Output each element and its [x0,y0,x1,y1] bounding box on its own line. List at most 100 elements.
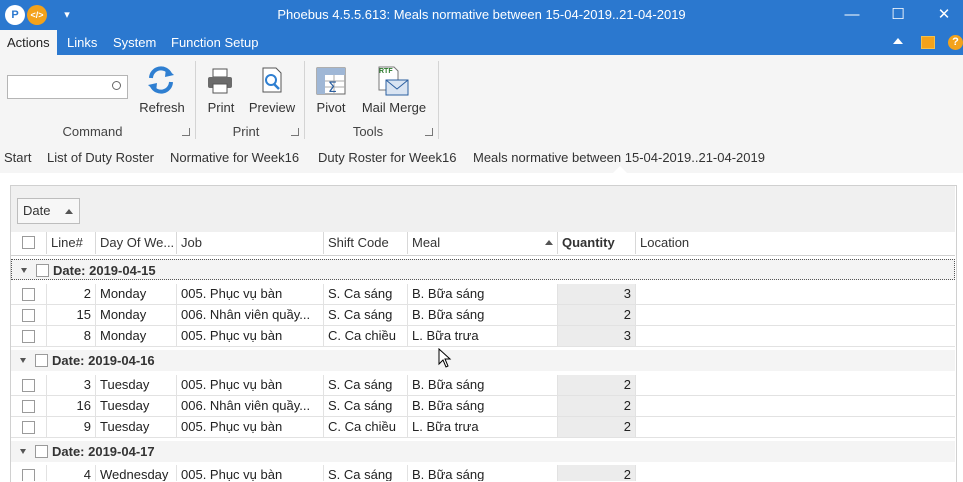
group-checkbox[interactable] [36,264,49,277]
column-header-quantity[interactable]: Quantity [557,232,635,254]
breadcrumb-normative-week16[interactable]: Normative for Week16 [170,150,299,165]
command-launcher-icon[interactable] [182,128,190,136]
table-row[interactable]: 9 Tuesday 005. Phục vụ bàn C. Ca chiều L… [11,417,955,438]
table-row[interactable]: 8 Monday 005. Phục vụ bàn C. Ca chiều L.… [11,326,955,347]
table-row[interactable]: 3 Tuesday 005. Phục vụ bàn S. Ca sáng B.… [11,375,955,396]
cell-day[interactable]: Monday [95,305,176,326]
table-row[interactable]: 15 Monday 006. Nhân viên quầy... S. Ca s… [11,305,955,326]
cell-quantity[interactable]: 3 [557,326,635,347]
cell-day[interactable]: Tuesday [95,417,176,438]
column-header-location[interactable]: Location [635,232,955,254]
row-checkbox[interactable] [22,469,35,481]
cell-location[interactable] [635,284,955,305]
cell-line[interactable]: 4 [46,465,95,481]
print-button[interactable]: Print [202,100,240,115]
cell-quantity[interactable]: 2 [557,305,635,326]
pivot-icon[interactable]: Σ [316,66,346,96]
cell-job[interactable]: 006. Nhân viên quầy... [176,305,323,326]
cell-shift[interactable]: S. Ca sáng [323,284,407,305]
menu-system[interactable]: System [106,30,163,55]
cell-shift[interactable]: S. Ca sáng [323,396,407,417]
cell-location[interactable] [635,305,955,326]
mail-merge-button[interactable]: Mail Merge [357,100,431,115]
cell-location[interactable] [635,396,955,417]
pivot-button[interactable]: Pivot [312,100,350,115]
group-row[interactable]: Date: 2019-04-16 [11,350,955,371]
print-icon[interactable] [206,67,234,95]
maximize-button[interactable]: ☐ [875,0,921,30]
cell-line[interactable]: 2 [46,284,95,305]
search-icon[interactable] [112,81,121,90]
column-header-job[interactable]: Job [176,232,323,254]
cell-quantity[interactable]: 2 [557,465,635,481]
cell-meal[interactable]: B. Bữa sáng [407,465,557,481]
cell-quantity[interactable]: 2 [557,396,635,417]
cell-shift[interactable]: S. Ca sáng [323,465,407,481]
cell-location[interactable] [635,375,955,396]
breadcrumb-start[interactable]: Start [4,150,31,165]
cell-line[interactable]: 8 [46,326,95,347]
cell-job[interactable]: 006. Nhân viên quầy... [176,396,323,417]
print-launcher-icon[interactable] [291,128,299,136]
cell-meal[interactable]: L. Bữa trưa [407,417,557,438]
column-header-line[interactable]: Line# [46,232,95,254]
cell-line[interactable]: 16 [46,396,95,417]
cell-meal[interactable]: B. Bữa sáng [407,284,557,305]
cell-shift[interactable]: S. Ca sáng [323,305,407,326]
row-checkbox[interactable] [22,379,35,392]
preview-icon[interactable] [258,66,286,94]
preview-button[interactable]: Preview [247,100,297,115]
table-row[interactable]: 2 Monday 005. Phục vụ bàn S. Ca sáng B. … [11,284,955,305]
cell-line[interactable]: 9 [46,417,95,438]
row-checkbox[interactable] [22,421,35,434]
row-checkbox[interactable] [22,330,35,343]
search-input[interactable] [8,76,112,96]
group-by-date-chip[interactable]: Date [17,198,80,224]
select-all-checkbox[interactable] [22,236,35,249]
menu-actions[interactable]: Actions [0,30,57,55]
cell-shift[interactable]: S. Ca sáng [323,375,407,396]
cell-job[interactable]: 005. Phục vụ bàn [176,417,323,438]
cell-line[interactable]: 3 [46,375,95,396]
breadcrumb-duty-roster-week16[interactable]: Duty Roster for Week16 [318,150,456,165]
column-header-meal[interactable]: Meal [407,232,557,254]
cell-job[interactable]: 005. Phục vụ bàn [176,375,323,396]
menu-function-setup[interactable]: Function Setup [164,30,265,55]
mail-merge-icon[interactable]: RTF [376,66,410,96]
cell-day[interactable]: Monday [95,284,176,305]
tools-launcher-icon[interactable] [425,128,433,136]
group-checkbox[interactable] [35,445,48,458]
cell-day[interactable]: Monday [95,326,176,347]
collapse-icon[interactable] [21,268,27,273]
cell-meal[interactable]: B. Bữa sáng [407,305,557,326]
table-row[interactable]: 16 Tuesday 006. Nhân viên quầy... S. Ca … [11,396,955,417]
table-row[interactable]: 4 Wednesday 005. Phục vụ bàn S. Ca sáng … [11,465,955,481]
cell-job[interactable]: 005. Phục vụ bàn [176,284,323,305]
row-checkbox[interactable] [22,288,35,301]
cell-quantity[interactable]: 2 [557,375,635,396]
collapse-icon[interactable] [20,358,26,363]
cell-meal[interactable]: B. Bữa sáng [407,396,557,417]
menu-links[interactable]: Links [60,30,104,55]
cell-job[interactable]: 005. Phục vụ bàn [176,465,323,481]
refresh-button[interactable]: Refresh [136,100,188,115]
cell-shift[interactable]: C. Ca chiều [323,326,407,347]
group-checkbox[interactable] [35,354,48,367]
layout-icon[interactable] [921,36,935,49]
cell-day[interactable]: Tuesday [95,375,176,396]
cell-location[interactable] [635,326,955,347]
cell-meal[interactable]: L. Bữa trưa [407,326,557,347]
help-icon[interactable]: ? [948,35,963,50]
group-row[interactable]: Date: 2019-04-17 [11,441,955,462]
cell-location[interactable] [635,417,955,438]
breadcrumb-meals-normative[interactable]: Meals normative between 15-04-2019..21-0… [473,150,765,165]
cell-day[interactable]: Wednesday [95,465,176,481]
cell-day[interactable]: Tuesday [95,396,176,417]
cell-location[interactable] [635,465,955,481]
group-row[interactable]: Date: 2019-04-15 [11,259,955,280]
row-checkbox[interactable] [22,400,35,413]
column-header-day[interactable]: Day Of We... [95,232,176,254]
cell-line[interactable]: 15 [46,305,95,326]
row-checkbox[interactable] [22,309,35,322]
column-header-shift[interactable]: Shift Code [323,232,407,254]
